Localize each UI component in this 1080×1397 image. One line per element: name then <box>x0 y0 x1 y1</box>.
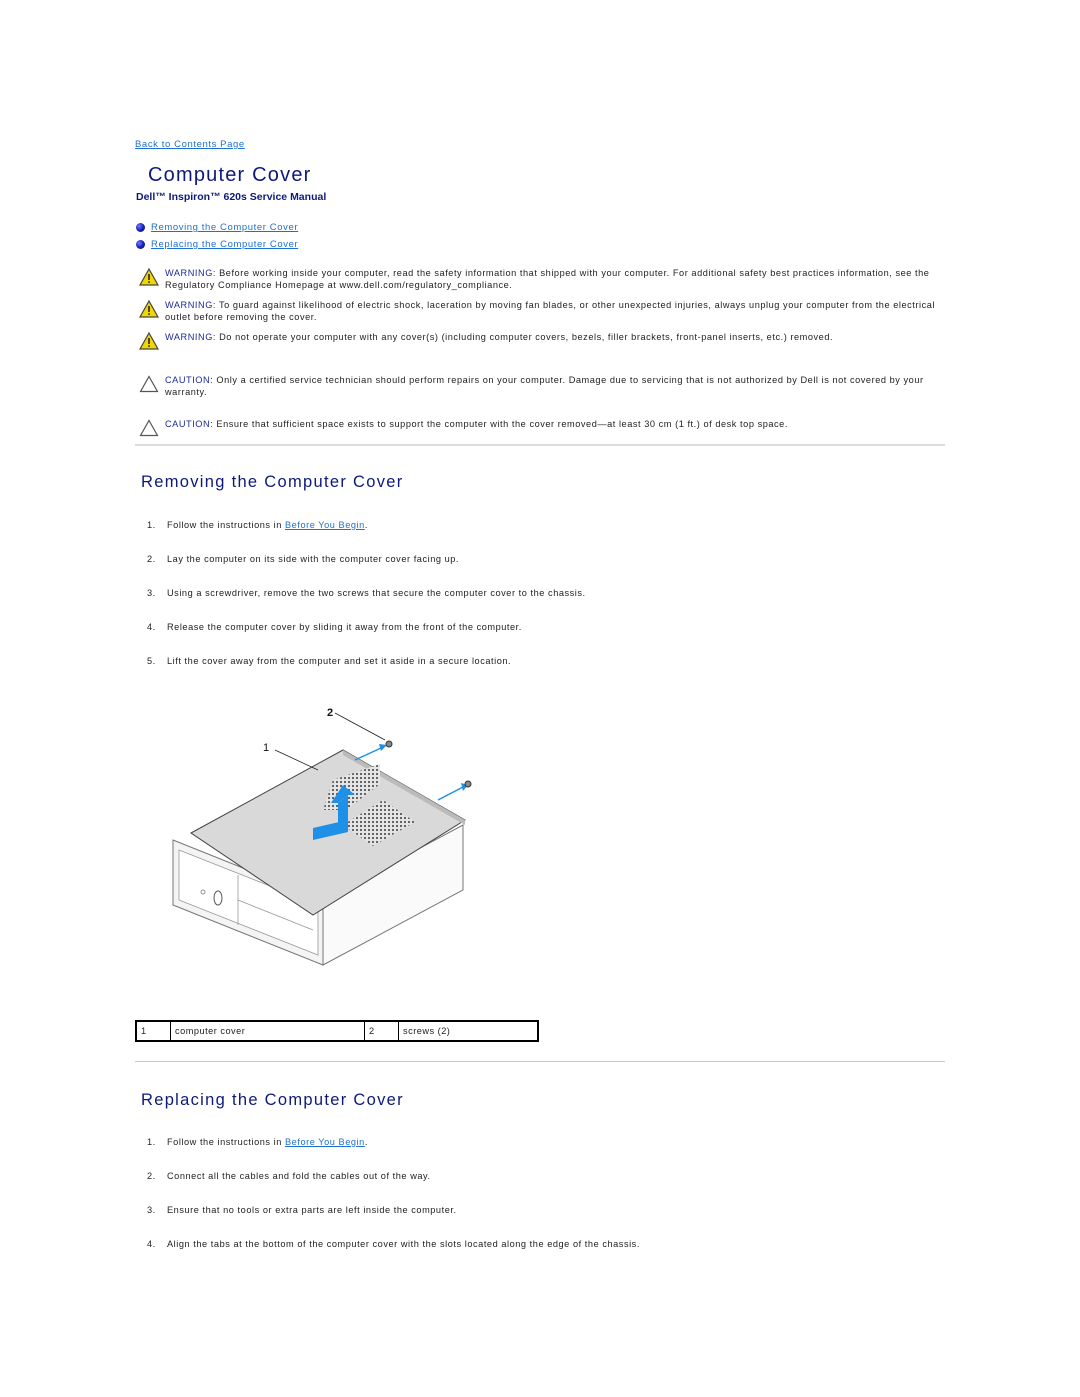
table-of-contents: Removing the Computer Cover Replacing th… <box>136 219 298 253</box>
warning-icon <box>138 300 160 318</box>
removing-steps: 1. Follow the instructions in Before You … <box>147 520 586 690</box>
legend-label: screws (2) <box>398 1020 539 1042</box>
section-divider <box>135 1061 945 1062</box>
step-text: Release the computer cover by sliding it… <box>167 622 522 632</box>
screw-icon <box>464 780 472 788</box>
back-to-contents-link[interactable]: Back to Contents Page <box>135 139 245 150</box>
step-text: Ensure that no tools or extra parts are … <box>167 1205 457 1215</box>
warning-note: WARNING: Do not operate your computer wi… <box>138 332 938 375</box>
note-label: CAUTION: <box>165 419 214 429</box>
screw-icon <box>385 740 393 748</box>
screw-arrow <box>354 747 382 761</box>
caution-icon <box>139 419 159 437</box>
legend-row: 1 computer cover 2 screws (2) <box>135 1020 539 1042</box>
step-item: 1. Follow the instructions in Before You … <box>147 520 586 554</box>
step-number: 1. <box>147 1137 156 1147</box>
step-text: Align the tabs at the bottom of the comp… <box>167 1239 640 1249</box>
safety-notes: WARNING: Before working inside your comp… <box>138 268 938 439</box>
note-label: WARNING: <box>165 300 217 310</box>
step-text: Lift the cover away from the computer an… <box>167 656 512 666</box>
note-text: To guard against likelihood of electric … <box>165 300 935 322</box>
step-text: . <box>364 1137 368 1147</box>
step-number: 3. <box>147 588 156 598</box>
legend-number: 1 <box>135 1020 171 1042</box>
note-label: CAUTION: <box>165 375 214 385</box>
step-number: 3. <box>147 1205 156 1215</box>
warning-note: WARNING: Before working inside your comp… <box>138 268 938 300</box>
step-number: 2. <box>147 1171 156 1181</box>
note-text: Only a certified service technician shou… <box>165 375 924 397</box>
step-text: Connect all the cables and fold the cabl… <box>167 1171 431 1181</box>
step-number: 2. <box>147 554 156 564</box>
step-text: Lay the computer on its side with the co… <box>167 554 460 564</box>
toc-item: Replacing the Computer Cover <box>136 236 298 253</box>
step-item: 3. Ensure that no tools or extra parts ar… <box>147 1205 640 1239</box>
legend-number: 2 <box>364 1020 399 1042</box>
dell-logo-icon <box>213 890 223 906</box>
note-label: WARNING: <box>165 332 217 342</box>
step-item: 3. Using a screwdriver, remove the two sc… <box>147 588 586 622</box>
toc-link-removing[interactable]: Removing the Computer Cover <box>151 222 298 233</box>
step-item: 5. Lift the cover away from the computer … <box>147 656 586 690</box>
warning-note: WARNING: To guard against likelihood of … <box>138 300 938 332</box>
manual-subtitle: Dell™ Inspiron™ 620s Service Manual <box>136 191 327 203</box>
toc-item: Removing the Computer Cover <box>136 219 298 236</box>
caution-note: CAUTION: Only a certified service techni… <box>138 375 938 419</box>
callout-1: 1 <box>263 742 269 754</box>
step-number: 4. <box>147 622 156 632</box>
note-text: Ensure that sufficient space exists to s… <box>213 419 788 429</box>
figure-legend-table: 1 computer cover 2 screws (2) <box>135 1020 539 1042</box>
step-text: Follow the instructions in <box>167 1137 285 1147</box>
callout-2: 2 <box>327 707 333 719</box>
before-you-begin-link[interactable]: Before You Begin <box>285 520 365 530</box>
note-text: Before working inside your computer, rea… <box>165 268 930 290</box>
step-item: 1. Follow the instructions in Before You … <box>147 1137 640 1171</box>
section-title-replacing: Replacing the Computer Cover <box>141 1091 404 1109</box>
caution-icon <box>139 375 159 393</box>
toc-link-replacing[interactable]: Replacing the Computer Cover <box>151 239 298 250</box>
bullet-icon <box>136 223 145 232</box>
step-text: Follow the instructions in <box>167 520 285 530</box>
step-number: 5. <box>147 656 156 666</box>
section-title-removing: Removing the Computer Cover <box>141 473 404 491</box>
computer-cover-illustration: 1 2 <box>172 707 472 966</box>
before-you-begin-link[interactable]: Before You Begin <box>285 1137 365 1147</box>
replacing-steps: 1. Follow the instructions in Before You … <box>147 1137 640 1273</box>
bullet-icon <box>136 240 145 249</box>
step-item: 2. Lay the computer on its side with the … <box>147 554 586 588</box>
note-text: Do not operate your computer with any co… <box>216 332 834 342</box>
step-item: 4. Align the tabs at the bottom of the co… <box>147 1239 640 1273</box>
warning-icon <box>138 268 160 286</box>
section-divider <box>135 444 945 446</box>
note-label: WARNING: <box>165 268 217 278</box>
legend-label: computer cover <box>170 1020 365 1042</box>
step-text: Using a screwdriver, remove the two scre… <box>167 588 586 598</box>
caution-note: CAUTION: Ensure that sufficient space ex… <box>138 419 938 439</box>
screw-arrow <box>437 786 464 801</box>
step-item: 2. Connect all the cables and fold the ca… <box>147 1171 640 1205</box>
step-text: . <box>364 520 368 530</box>
warning-icon <box>138 332 160 350</box>
step-number: 1. <box>147 520 156 530</box>
step-item: 4. Release the computer cover by sliding … <box>147 622 586 656</box>
page-title: Computer Cover <box>148 164 312 186</box>
step-number: 4. <box>147 1239 156 1249</box>
